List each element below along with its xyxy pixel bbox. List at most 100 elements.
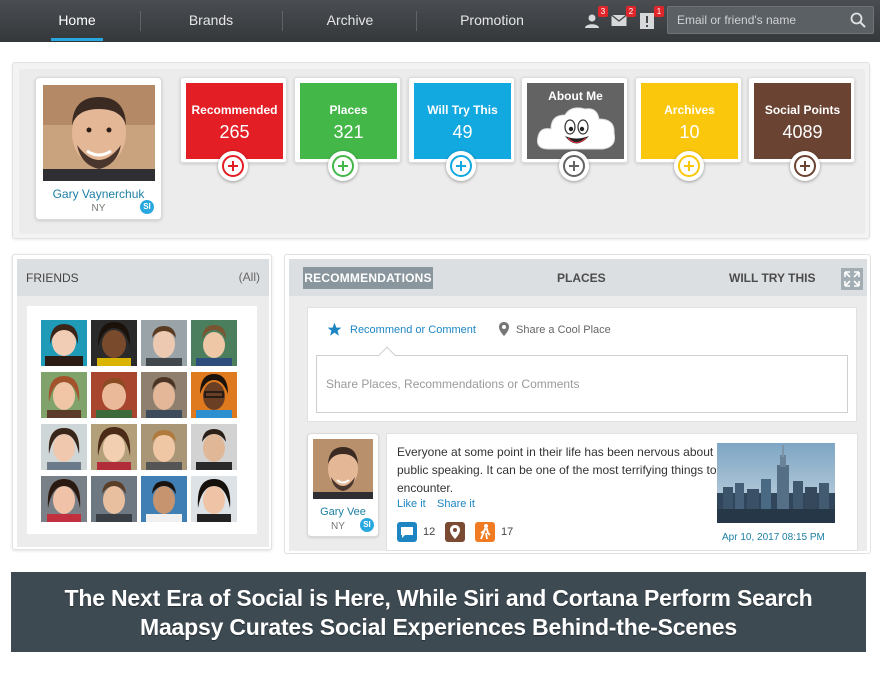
compose-input[interactable] <box>317 356 847 412</box>
stat-label: Recommended <box>191 103 278 117</box>
nav-promotion[interactable]: Promotion <box>447 0 537 42</box>
stat-value: 321 <box>333 122 364 142</box>
friends-header: FRIENDS (All) <box>17 259 269 296</box>
walking-person-icon[interactable] <box>475 522 495 542</box>
friends-filter-all[interactable]: (All) <box>239 270 260 284</box>
friend-avatar[interactable] <box>41 372 87 418</box>
stat-value: 10 <box>679 122 700 142</box>
nav-brands[interactable]: Brands <box>171 0 251 42</box>
location-pin-icon <box>499 322 509 336</box>
friend-avatar[interactable] <box>141 424 187 470</box>
stat-label: Places <box>329 103 368 117</box>
post-text: Everyone at some point in their life has… <box>397 445 717 495</box>
stat-tile: Archives 10 <box>641 83 738 159</box>
add-archive-button[interactable] <box>674 151 704 181</box>
stat-places[interactable]: Places 321 <box>294 77 401 163</box>
nav-divider <box>282 11 283 31</box>
stat-value: 4089 <box>782 122 823 142</box>
nav-archive[interactable]: Archive <box>310 0 390 42</box>
stat-tile: Recommended 265 <box>186 83 283 159</box>
compose-input-wrapper <box>316 355 848 413</box>
tab-recommendations[interactable]: RECOMMENDATIONS <box>303 267 433 289</box>
stat-tile: Places 321 <box>300 83 397 159</box>
profile-card[interactable]: Gary Vaynerchuk NY SI <box>35 77 162 220</box>
top-navigation-bar: Home Brands Archive Promotion 3 2 1 <box>0 0 880 42</box>
friend-avatar[interactable] <box>91 476 137 522</box>
star-icon <box>327 322 342 336</box>
post-author-name[interactable]: Gary Vee <box>308 506 378 518</box>
friend-avatar[interactable] <box>91 320 137 366</box>
alerts-icon[interactable]: 1 <box>638 6 664 30</box>
post-author-card[interactable]: Gary Vee NY SI <box>307 433 379 537</box>
friend-avatar[interactable] <box>91 424 137 470</box>
add-place-button[interactable] <box>328 151 358 181</box>
like-it-link[interactable]: Like it <box>397 498 426 510</box>
feed-panel: RECOMMENDATIONS PLACES WILL TRY THIS Rec… <box>284 254 871 554</box>
si-badge: SI <box>360 518 374 532</box>
friend-avatar[interactable] <box>41 320 87 366</box>
promo-banner: The Next Era of Social is Here, While Si… <box>11 572 866 652</box>
nav-divider <box>416 11 417 31</box>
friends-panel: FRIENDS (All) <box>12 254 272 550</box>
post-photo[interactable] <box>717 443 835 523</box>
recommend-or-comment-option[interactable]: Recommend or Comment <box>350 324 476 336</box>
place-pin-icon[interactable] <box>445 522 465 542</box>
friend-avatar[interactable] <box>191 320 237 366</box>
friend-avatar[interactable] <box>41 424 87 470</box>
add-about-me-button[interactable] <box>559 151 589 181</box>
share-it-link[interactable]: Share it <box>437 498 475 510</box>
friend-avatar[interactable] <box>191 372 237 418</box>
friend-avatar[interactable] <box>141 320 187 366</box>
friend-avatar[interactable] <box>191 476 237 522</box>
post-author-photo <box>313 439 373 499</box>
active-tab-indicator <box>51 38 103 41</box>
stat-value: 265 <box>219 122 250 142</box>
friend-avatar[interactable] <box>91 372 137 418</box>
friends-grid <box>27 306 257 534</box>
friends-title: FRIENDS <box>26 271 79 285</box>
feed-tabs: RECOMMENDATIONS PLACES WILL TRY THIS <box>289 259 867 296</box>
stat-tile: About Me <box>527 83 624 159</box>
try-count: 17 <box>501 526 514 538</box>
friend-avatar[interactable] <box>141 372 187 418</box>
friend-avatar[interactable] <box>191 424 237 470</box>
stat-tile: Will Try This 49 <box>414 83 511 159</box>
stat-label: Archives <box>664 103 715 117</box>
nav-home[interactable]: Home <box>42 0 112 42</box>
search-input[interactable] <box>668 7 843 33</box>
messages-badge: 2 <box>626 6 636 17</box>
stat-tile: Social Points 4089 <box>754 83 851 159</box>
search-box <box>667 6 874 34</box>
stat-label: Will Try This <box>427 103 498 117</box>
messages-icon[interactable]: 2 <box>610 6 636 30</box>
expand-button[interactable] <box>841 268 863 290</box>
comment-count: 12 <box>423 526 436 538</box>
search-icon[interactable] <box>850 12 866 28</box>
add-recommended-button[interactable] <box>218 151 248 181</box>
friends-body <box>17 296 269 547</box>
post-card: Everyone at some point in their life has… <box>386 433 858 551</box>
si-badge: SI <box>140 200 154 214</box>
stat-label: About Me <box>548 89 603 103</box>
friend-requests-badge: 3 <box>598 6 608 17</box>
post-date: Apr 10, 2017 08:15 PM <box>722 532 825 543</box>
friend-requests-icon[interactable]: 3 <box>582 6 608 30</box>
feed-body: Recommend or Comment Share a Cool Place … <box>289 296 867 551</box>
profile-photo <box>43 85 155 181</box>
friend-avatar[interactable] <box>141 476 187 522</box>
friend-avatar[interactable] <box>41 476 87 522</box>
tab-will-try-this[interactable]: WILL TRY THIS <box>729 271 815 285</box>
compose-box: Recommend or Comment Share a Cool Place <box>307 307 857 422</box>
add-social-points-button[interactable] <box>790 151 820 181</box>
post-author-location: NY <box>331 521 345 532</box>
stat-label: Social Points <box>764 103 841 117</box>
cloud-mascot-icon <box>537 107 615 150</box>
tab-places[interactable]: PLACES <box>557 271 606 285</box>
profile-name[interactable]: Gary Vaynerchuk <box>36 187 161 201</box>
expand-icon <box>844 271 860 287</box>
share-cool-place-option[interactable]: Share a Cool Place <box>516 324 611 336</box>
stat-social-points[interactable]: Social Points 4089 <box>748 77 855 163</box>
alerts-badge: 1 <box>654 6 664 17</box>
add-will-try-button[interactable] <box>446 151 476 181</box>
comment-icon[interactable] <box>397 522 417 542</box>
